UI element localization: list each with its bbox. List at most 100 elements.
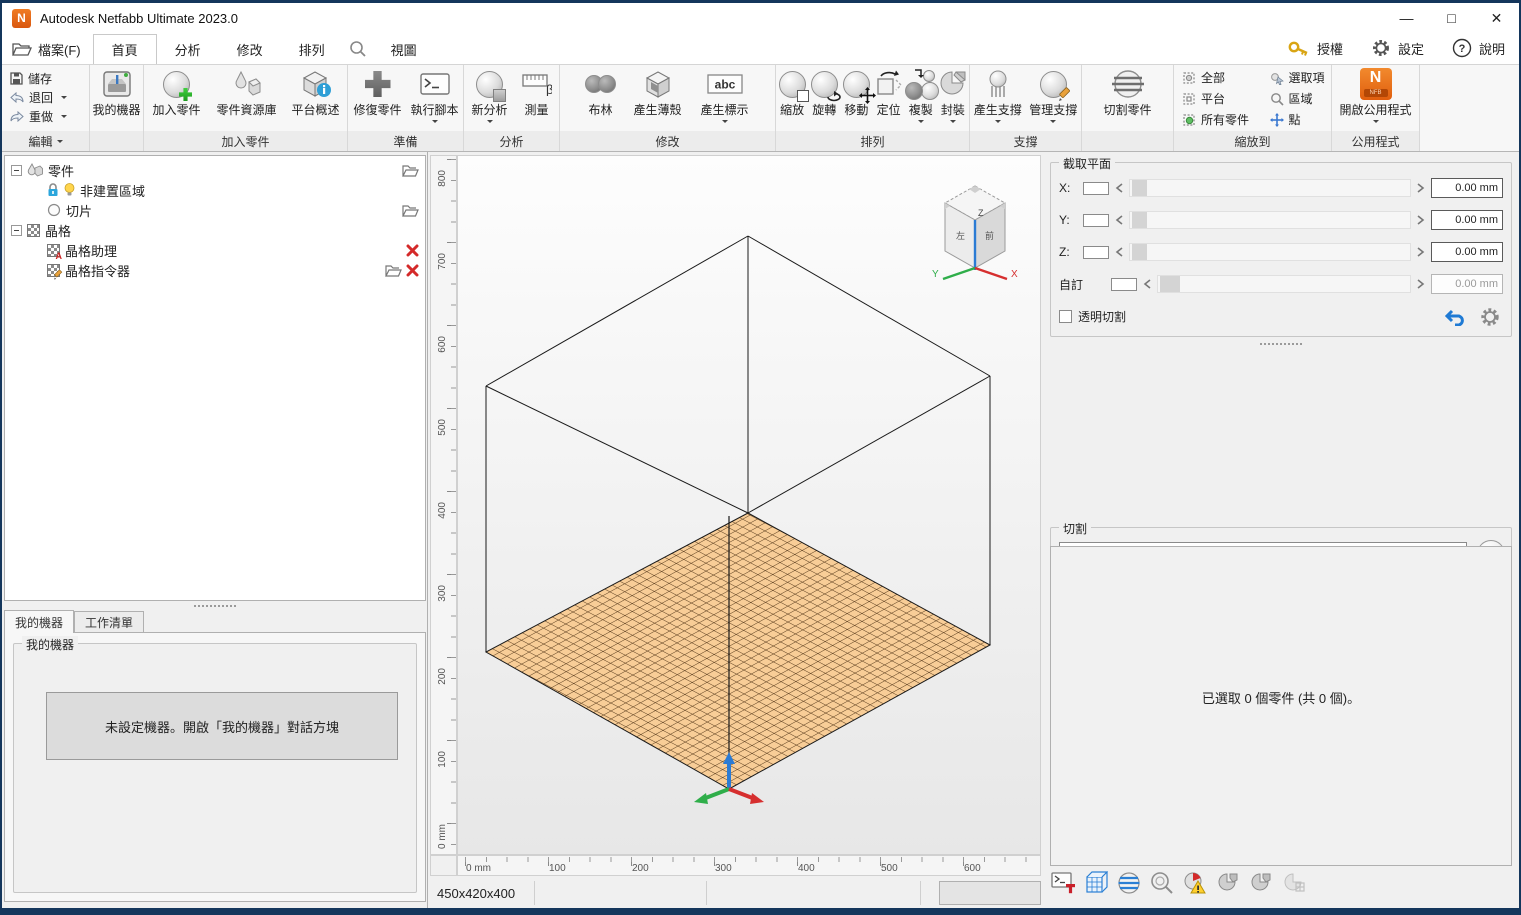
open-folder-icon[interactable] [385, 264, 402, 277]
platform-overview-button[interactable]: 平台概述 [285, 65, 347, 131]
clip-x-value[interactable]: 0.00 mm [1431, 178, 1503, 198]
clip-custom-slider[interactable] [1157, 275, 1411, 293]
analysis-warning-button[interactable] [1182, 870, 1208, 896]
clip-y-slider[interactable] [1129, 211, 1411, 229]
help-button[interactable]: ? 說明 [1438, 33, 1519, 63]
tree-item-slices[interactable]: 切片 [5, 200, 425, 220]
slider-left-arrow[interactable] [1115, 183, 1123, 193]
open-utility-button[interactable]: N NFB 開啟公用程式 [1334, 65, 1418, 131]
machine-not-set-banner[interactable]: 未設定機器。開啟「我的機器」對話方塊 [46, 692, 398, 760]
scale-button[interactable]: 縮放 [776, 65, 808, 131]
run-script-button[interactable]: 執行腳本 [407, 65, 463, 131]
clip-z-value[interactable]: 0.00 mm [1431, 242, 1503, 262]
zoom-selection-button[interactable]: 選取項 [1270, 68, 1332, 87]
tree-item-no-build-zone[interactable]: 非建置區域 [5, 180, 425, 200]
delete-icon[interactable] [406, 244, 419, 257]
delete-icon[interactable] [406, 264, 419, 277]
lattice-view-button[interactable] [1083, 870, 1109, 896]
slider-right-arrow[interactable] [1417, 183, 1425, 193]
collapse-icon[interactable] [11, 225, 22, 236]
slider-right-arrow[interactable] [1417, 215, 1425, 225]
clip-x-checkbox[interactable] [1083, 182, 1109, 195]
repair-part-button[interactable]: 修復零件 [349, 65, 407, 131]
manage-support-button[interactable]: 管理支撐 [1026, 65, 1082, 131]
tab-arrange[interactable]: 排列 [281, 34, 343, 64]
part-tool-2-button[interactable] [1248, 870, 1274, 896]
clip-x-slider[interactable] [1129, 179, 1411, 197]
open-folder-icon[interactable] [402, 164, 419, 177]
file-menu-button[interactable]: 檔案(F) [2, 36, 93, 62]
tree-item-lattice[interactable]: 晶格 [5, 220, 425, 240]
group-label-edit[interactable]: 編輯 [2, 131, 89, 151]
add-part-button[interactable]: 加入零件 [145, 65, 209, 131]
create-shell-button[interactable]: 產生薄殼 [624, 65, 692, 131]
view-cube[interactable]: Z 左 前 Y X [932, 186, 1018, 280]
tree-item-parts[interactable]: 零件 [5, 160, 425, 180]
part-tool-1-button[interactable] [1215, 870, 1241, 896]
generate-support-button[interactable]: 產生支撐 [970, 65, 1026, 131]
zoom-platform-button[interactable]: 平台 [1182, 89, 1256, 108]
tab-analysis[interactable]: 分析 [157, 34, 219, 64]
slider-right-arrow[interactable] [1417, 279, 1425, 289]
slider-left-arrow[interactable] [1115, 215, 1123, 225]
zoom-point-button[interactable]: 點 [1270, 110, 1332, 129]
cut-part-button[interactable]: 切割零件 [1095, 65, 1161, 131]
license-button[interactable]: 授權 [1274, 33, 1357, 63]
slider-thumb[interactable] [1132, 180, 1147, 196]
pack-button[interactable]: 封裝 [937, 65, 969, 131]
save-icon [10, 72, 23, 85]
part-tool-3-button[interactable] [1281, 870, 1307, 896]
move-button[interactable]: 移動 [840, 65, 872, 131]
clip-z-slider[interactable] [1129, 243, 1411, 261]
slices-view-button[interactable] [1116, 870, 1142, 896]
clip-custom-checkbox[interactable] [1111, 278, 1137, 291]
rotate-button[interactable]: 旋轉 [808, 65, 840, 131]
maximize-button[interactable]: □ [1429, 4, 1474, 32]
inspect-zoom-button[interactable] [1149, 870, 1175, 896]
tree-item-lattice-assistant[interactable]: A 晶格助理 [5, 240, 425, 260]
new-script-button[interactable] [1050, 870, 1076, 896]
slider-thumb[interactable] [1132, 212, 1147, 228]
reset-icon[interactable] [1445, 308, 1467, 326]
zoom-all-button[interactable]: 全部 [1182, 68, 1256, 87]
slider-thumb[interactable] [1160, 276, 1180, 292]
tab-view[interactable]: 視圖 [373, 34, 435, 64]
tab-my-machines[interactable]: 我的機器 [4, 610, 74, 633]
scene-3d-canvas[interactable]: Z 左 前 Y X [457, 155, 1041, 855]
clip-z-checkbox[interactable] [1083, 246, 1109, 259]
create-label-button[interactable]: abc 產生標示 [692, 65, 758, 131]
save-button[interactable]: 儲存 [2, 69, 89, 88]
tab-job-list[interactable]: 工作清單 [74, 611, 144, 633]
clip-y-checkbox[interactable] [1083, 214, 1109, 227]
measure-button[interactable]: β 測量 [515, 65, 559, 131]
left-splitter[interactable] [4, 602, 426, 609]
bulb-icon[interactable] [64, 183, 75, 197]
tab-modify[interactable]: 修改 [219, 34, 281, 64]
part-library-button[interactable]: 零件資源庫 [209, 65, 285, 131]
gear-icon[interactable] [1479, 306, 1501, 328]
slider-left-arrow[interactable] [1143, 279, 1151, 289]
zoom-all-parts-button[interactable]: 所有零件 [1182, 110, 1256, 129]
slider-thumb[interactable] [1132, 244, 1147, 260]
transparent-cut-checkbox[interactable] [1059, 310, 1072, 323]
slider-right-arrow[interactable] [1417, 247, 1425, 257]
settings-button[interactable]: 設定 [1357, 33, 1438, 63]
boolean-button[interactable]: 布林 [578, 65, 624, 131]
tree-item-lattice-commander[interactable]: 晶格指令器 [5, 260, 425, 280]
my-machines-button[interactable]: 我的機器 [90, 65, 143, 131]
redo-button[interactable]: 重做 [2, 107, 89, 126]
duplicate-button[interactable]: 複製 [905, 65, 937, 131]
open-folder-icon[interactable] [402, 204, 419, 217]
clip-y-value[interactable]: 0.00 mm [1431, 210, 1503, 230]
new-analysis-button[interactable]: 新分析 [465, 65, 515, 131]
slider-left-arrow[interactable] [1115, 247, 1123, 257]
minimize-button[interactable]: — [1384, 4, 1429, 32]
orient-button[interactable]: 定位 [873, 65, 905, 131]
search-icon[interactable] [343, 34, 373, 64]
undo-button[interactable]: 退回 [2, 88, 89, 107]
zoom-region-button[interactable]: 區域 [1270, 89, 1332, 108]
close-button[interactable]: ✕ [1474, 4, 1519, 32]
tab-home[interactable]: 首頁 [93, 34, 157, 64]
collapse-icon[interactable] [11, 165, 22, 176]
right-splitter[interactable] [1050, 340, 1512, 347]
